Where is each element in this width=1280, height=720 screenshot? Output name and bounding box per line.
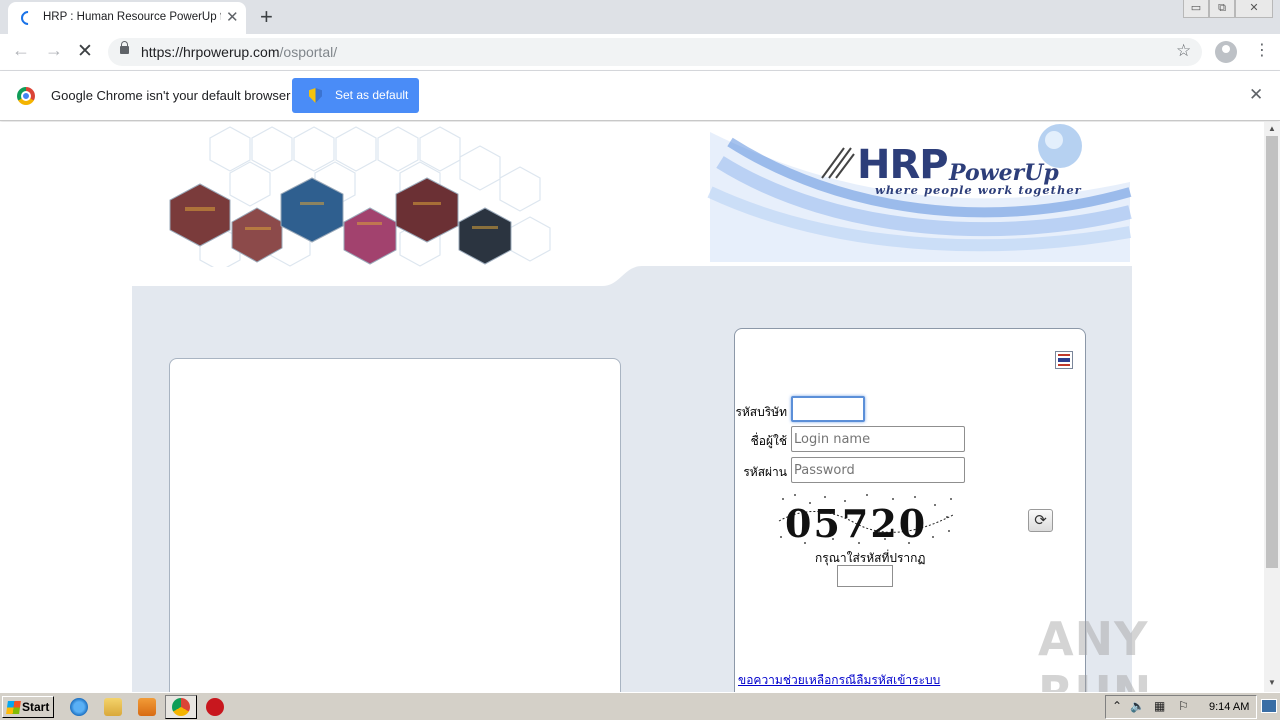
password-input[interactable]: [791, 457, 965, 483]
volume-icon[interactable]: 🔈: [1130, 699, 1145, 713]
scroll-up-icon[interactable]: ▲: [1268, 124, 1276, 133]
url-path: /osportal/: [279, 44, 338, 60]
star-icon[interactable]: ☆: [1176, 41, 1191, 61]
taskbar-clock[interactable]: 9:14 AM: [1209, 701, 1249, 713]
logo-slashes-icon: [821, 147, 855, 179]
logo-brand: HRP: [857, 142, 949, 188]
tab-strip: HRP : Human Resource PowerUp for ✕ + ▭ ⧉…: [0, 0, 1280, 34]
chrome-taskbar-icon: [172, 698, 190, 716]
scroll-down-icon[interactable]: ▼: [1268, 678, 1276, 687]
url-text[interactable]: https://hrpowerup.com/osportal/: [141, 44, 337, 60]
tab-title: HRP : Human Resource PowerUp for: [43, 11, 221, 23]
shield-icon: [309, 88, 322, 103]
minimize-button[interactable]: ▭: [1183, 0, 1209, 18]
show-desktop-icon[interactable]: [1261, 699, 1277, 713]
set-as-default-label: Set as default: [335, 88, 409, 102]
back-arrow-icon[interactable]: ←: [12, 40, 30, 61]
address-bar[interactable]: https://hrpowerup.com/osportal/ ☆: [108, 38, 1202, 66]
username-label: ชื่อผู้ใช้: [750, 434, 787, 448]
web-page: HRP PowerUp where people work together ร…: [0, 122, 1264, 692]
password-label: รหัสผ่าน: [743, 465, 787, 479]
infobar-close-icon[interactable]: ✕: [1249, 85, 1263, 105]
network-icon[interactable]: ▦: [1154, 699, 1165, 713]
close-window-button[interactable]: ✕: [1235, 0, 1273, 18]
windows-logo-icon: [6, 701, 21, 714]
company-code-input[interactable]: [791, 396, 865, 422]
default-browser-infobar: Google Chrome isn't your default browser…: [0, 71, 1280, 121]
internet-explorer-icon[interactable]: [70, 698, 88, 716]
forward-arrow-icon[interactable]: →: [45, 40, 63, 61]
chrome-logo-icon: [17, 87, 35, 105]
scroll-thumb[interactable]: [1266, 136, 1278, 568]
restore-button[interactable]: ⧉: [1209, 0, 1235, 18]
lock-icon[interactable]: [120, 41, 129, 54]
system-tray: ⌃ 🔈 ▦ ⚐ 9:14 AM: [1105, 695, 1257, 719]
tray-expand-icon[interactable]: ⌃: [1112, 699, 1122, 713]
captcha-image: 05720: [778, 494, 954, 546]
captcha-text: 05720: [785, 501, 927, 546]
media-player-icon[interactable]: [138, 698, 156, 716]
refresh-captcha-button[interactable]: ⟳: [1028, 509, 1053, 532]
company-code-label: รหัสบริษัท: [735, 405, 787, 419]
anyrun-watermark: ANY RUN: [1038, 612, 1151, 692]
logo-tagline: where people work together: [875, 183, 1082, 197]
thai-flag-icon[interactable]: [1055, 351, 1073, 369]
username-input[interactable]: [791, 426, 965, 452]
url-host: https://hrpowerup.com: [141, 44, 280, 60]
stop-loading-icon[interactable]: ✕: [77, 40, 93, 63]
loading-spinner-icon: [18, 8, 38, 28]
infobar-message: Google Chrome isn't your default browser: [51, 88, 291, 103]
file-explorer-icon[interactable]: [104, 698, 122, 716]
new-tab-button[interactable]: +: [260, 4, 273, 30]
opera-icon[interactable]: [206, 698, 224, 716]
chrome-taskbar-button[interactable]: [165, 695, 197, 719]
captcha-input[interactable]: [837, 565, 893, 587]
windows-taskbar: Start ⌃ 🔈 ▦ ⚐ 9:14 AM: [0, 692, 1280, 720]
tab-close-icon[interactable]: ✕: [226, 8, 239, 26]
start-label: Start: [22, 700, 50, 714]
hexagon-collage-banner: [169, 126, 551, 267]
browser-tab[interactable]: HRP : Human Resource PowerUp for ✕: [8, 2, 246, 34]
set-as-default-button[interactable]: Set as default: [292, 78, 419, 113]
news-panel: [169, 358, 621, 692]
action-center-flag-icon[interactable]: ⚐: [1178, 699, 1189, 713]
forgot-password-link[interactable]: ขอความช่วยเหลือกรณีลืมรหัสเข้าระบบ: [738, 671, 940, 690]
kebab-menu-icon[interactable]: ⋮: [1254, 40, 1270, 60]
page-scrollbar[interactable]: ▲ ▼: [1264, 122, 1280, 692]
profile-avatar-icon[interactable]: [1215, 41, 1237, 63]
browser-toolbar: ← → ✕ https://hrpowerup.com/osportal/ ☆ …: [0, 34, 1280, 71]
start-button[interactable]: Start: [2, 696, 54, 718]
login-panel: รหัสบริษัท ชื่อผู้ใช้ รหัสผ่าน 05720 ⟳ ก…: [734, 328, 1086, 692]
